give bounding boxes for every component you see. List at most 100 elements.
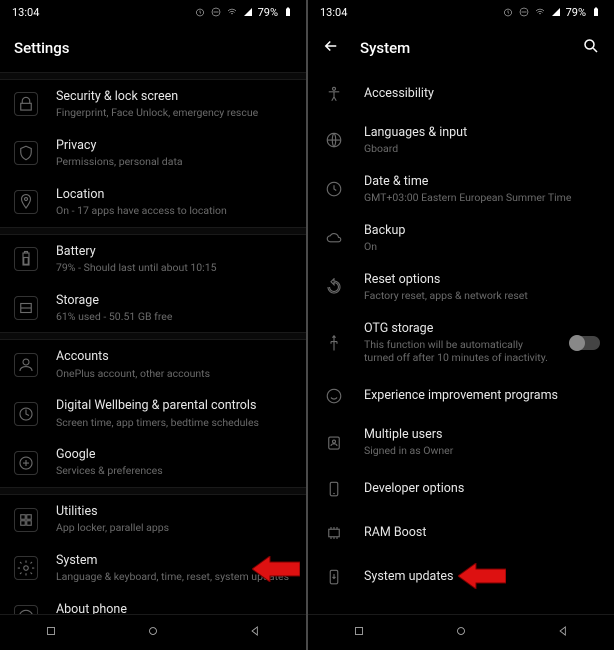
item-title: About phone (56, 602, 292, 614)
battery-icon (14, 247, 38, 271)
item-subtitle: Language & keyboard, time, reset, system… (56, 570, 292, 584)
wifi-icon (226, 6, 238, 18)
item-title: Digital Wellbeing & parental controls (56, 398, 292, 414)
item-subtitle: Fingerprint, Face Unlock, emergency resc… (56, 106, 292, 120)
item-title: Google (56, 447, 292, 463)
settings-screen: 13:04 79% Settings Security & lock scree… (0, 0, 306, 650)
toggle-switch[interactable] (570, 336, 600, 350)
system-header: System (308, 24, 614, 72)
item-title: System updates (364, 569, 600, 585)
item-experience-improvement-programs[interactable]: Experience improvement programs (308, 374, 614, 418)
item-title: Accessibility (364, 86, 600, 102)
status-bar: 13:04 79% (0, 0, 306, 24)
item-subtitle: Screen time, app timers, bedtime schedul… (56, 416, 292, 430)
item-subtitle: GMT+03:00 Eastern European Summer Time (364, 191, 600, 205)
item-title: Privacy (56, 138, 292, 154)
status-time: 13:04 (320, 6, 347, 19)
alarm-icon (502, 6, 514, 18)
item-title: System (56, 553, 292, 569)
item-reset-options[interactable]: Reset optionsFactory reset, apps & netwo… (308, 263, 614, 312)
back-button[interactable] (322, 37, 340, 59)
item-accessibility[interactable]: Accessibility (308, 72, 614, 116)
clock-icon (322, 177, 346, 201)
item-title: Backup (364, 223, 600, 239)
item-title: Battery (56, 244, 292, 260)
item-about-phone[interactable]: About phoneOnePlus 6 (0, 593, 306, 614)
usb-icon (322, 331, 346, 355)
dnd-icon (518, 6, 530, 18)
page-title: System (360, 39, 410, 57)
item-system-updates[interactable]: System updates (308, 555, 614, 599)
item-title: Location (56, 187, 292, 203)
search-button[interactable] (582, 37, 600, 59)
item-title: Storage (56, 293, 292, 309)
item-subtitle: 61% used - 50.51 GB free (56, 310, 292, 324)
google-icon (14, 451, 38, 475)
item-subtitle: OnePlus account, other accounts (56, 367, 292, 381)
item-date-time[interactable]: Date & timeGMT+03:00 Eastern European Su… (308, 165, 614, 214)
battery-pct: 79% (258, 6, 278, 19)
item-title: Date & time (364, 174, 600, 190)
item-subtitle: Gboard (364, 142, 600, 156)
item-title: Security & lock screen (56, 89, 292, 105)
item-location[interactable]: LocationOn - 17 apps have access to loca… (0, 178, 306, 227)
system-list[interactable]: AccessibilityLanguages & inputGboardDate… (308, 72, 614, 614)
cloud-icon (322, 226, 346, 250)
dev-icon (322, 477, 346, 501)
nav-home[interactable] (146, 623, 160, 642)
battery-icon (590, 6, 602, 18)
gear-icon (14, 556, 38, 580)
smile-icon (322, 384, 346, 408)
shield-icon (14, 141, 38, 165)
settings-list[interactable]: Security & lock screenFingerprint, Face … (0, 72, 306, 614)
item-subtitle: Factory reset, apps & network reset (364, 289, 600, 303)
item-otg-storage[interactable]: OTG storageThis function will be automat… (308, 312, 614, 375)
item-subtitle: Signed in as Owner (364, 444, 600, 458)
wellbeing-icon (14, 402, 38, 426)
item-utilities[interactable]: UtilitiesApp locker, parallel apps (0, 495, 306, 544)
item-multiple-users[interactable]: Multiple usersSigned in as Owner (308, 418, 614, 467)
item-title: RAM Boost (364, 525, 600, 541)
item-ram-boost[interactable]: RAM Boost (308, 511, 614, 555)
nav-back[interactable] (556, 623, 570, 642)
item-title: Multiple users (364, 427, 600, 443)
dnd-icon (210, 6, 222, 18)
item-title: Experience improvement programs (364, 388, 600, 404)
item-subtitle: Services & preferences (56, 464, 292, 478)
item-subtitle: On - 17 apps have access to location (56, 204, 292, 218)
item-security-lock-screen[interactable]: Security & lock screenFingerprint, Face … (0, 80, 306, 129)
item-developer-options[interactable]: Developer options (308, 467, 614, 511)
accessibility-icon (322, 82, 346, 106)
system-screen: 13:04 79% System Accessibility Languages … (308, 0, 614, 650)
item-google[interactable]: GoogleServices & preferences (0, 438, 306, 487)
reset-icon (322, 275, 346, 299)
nav-recent[interactable] (44, 623, 58, 642)
update-icon (322, 565, 346, 589)
item-subtitle: On (364, 240, 600, 254)
nav-home[interactable] (454, 623, 468, 642)
pin-icon (14, 190, 38, 214)
item-storage[interactable]: Storage61% used - 50.51 GB free (0, 284, 306, 333)
item-backup[interactable]: BackupOn (308, 214, 614, 263)
item-battery[interactable]: Battery79% - Should last until about 10:… (0, 235, 306, 284)
alarm-icon (194, 6, 206, 18)
globe-icon (322, 128, 346, 152)
item-system[interactable]: SystemLanguage & keyboard, time, reset, … (0, 544, 306, 593)
status-icons: 79% (502, 6, 602, 19)
lock-icon (14, 92, 38, 116)
account-icon (14, 353, 38, 377)
item-title: Developer options (364, 481, 600, 497)
item-privacy[interactable]: PrivacyPermissions, personal data (0, 129, 306, 178)
item-digital-wellbeing-parental-controls[interactable]: Digital Wellbeing & parental controls Scr… (0, 389, 306, 438)
item-title: OTG storage (364, 321, 552, 337)
nav-recent[interactable] (352, 623, 366, 642)
item-languages-input[interactable]: Languages & inputGboard (308, 116, 614, 165)
item-accounts[interactable]: AccountsOnePlus account, other accounts (0, 340, 306, 389)
nav-back[interactable] (248, 623, 262, 642)
utilities-icon (14, 508, 38, 532)
battery-icon (282, 6, 294, 18)
storage-icon (14, 296, 38, 320)
status-time: 13:04 (12, 6, 39, 19)
item-subtitle: App locker, parallel apps (56, 521, 292, 535)
signal-icon (242, 6, 254, 18)
